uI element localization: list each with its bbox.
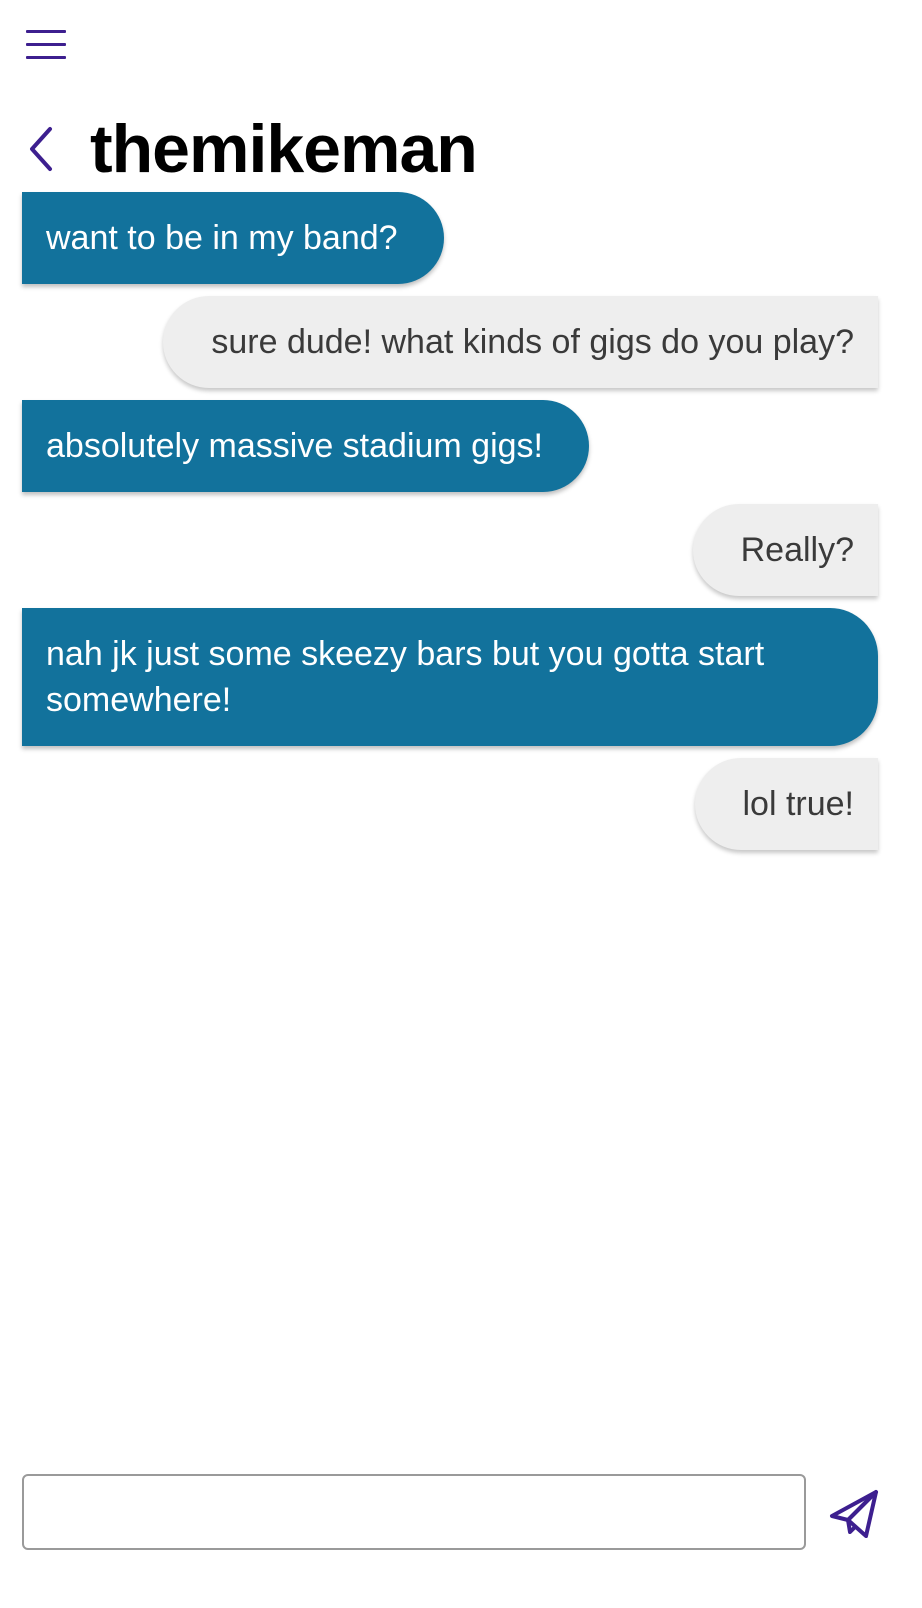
received-message-bubble: want to be in my band? (22, 192, 444, 284)
send-button[interactable] (826, 1486, 882, 1542)
back-button[interactable] (26, 119, 70, 179)
sent-message-bubble: lol true! (694, 758, 878, 850)
menu-button[interactable] (26, 28, 68, 62)
sent-message-bubble: sure dude! what kinds of gigs do you pla… (163, 296, 878, 388)
received-message-bubble: nah jk just some skeezy bars but you got… (22, 608, 878, 746)
received-message-bubble: absolutely massive stadium gigs! (22, 400, 590, 492)
message-row: nah jk just some skeezy bars but you got… (22, 608, 878, 746)
message-row: sure dude! what kinds of gigs do you pla… (22, 296, 878, 388)
sent-message-bubble: Really? (692, 504, 878, 596)
conversation-title: themikeman (90, 111, 478, 187)
message-row: absolutely massive stadium gigs! (22, 400, 878, 492)
message-row: lol true! (22, 758, 878, 850)
conversation-header: themikeman (26, 104, 478, 194)
message-row: Really? (22, 504, 878, 596)
paper-plane-send-icon (830, 1490, 878, 1538)
message-row: want to be in my band? (22, 192, 878, 284)
message-thread: want to be in my band? sure dude! what k… (22, 192, 878, 862)
message-input[interactable] (22, 1474, 806, 1550)
chevron-left-icon (30, 127, 52, 171)
